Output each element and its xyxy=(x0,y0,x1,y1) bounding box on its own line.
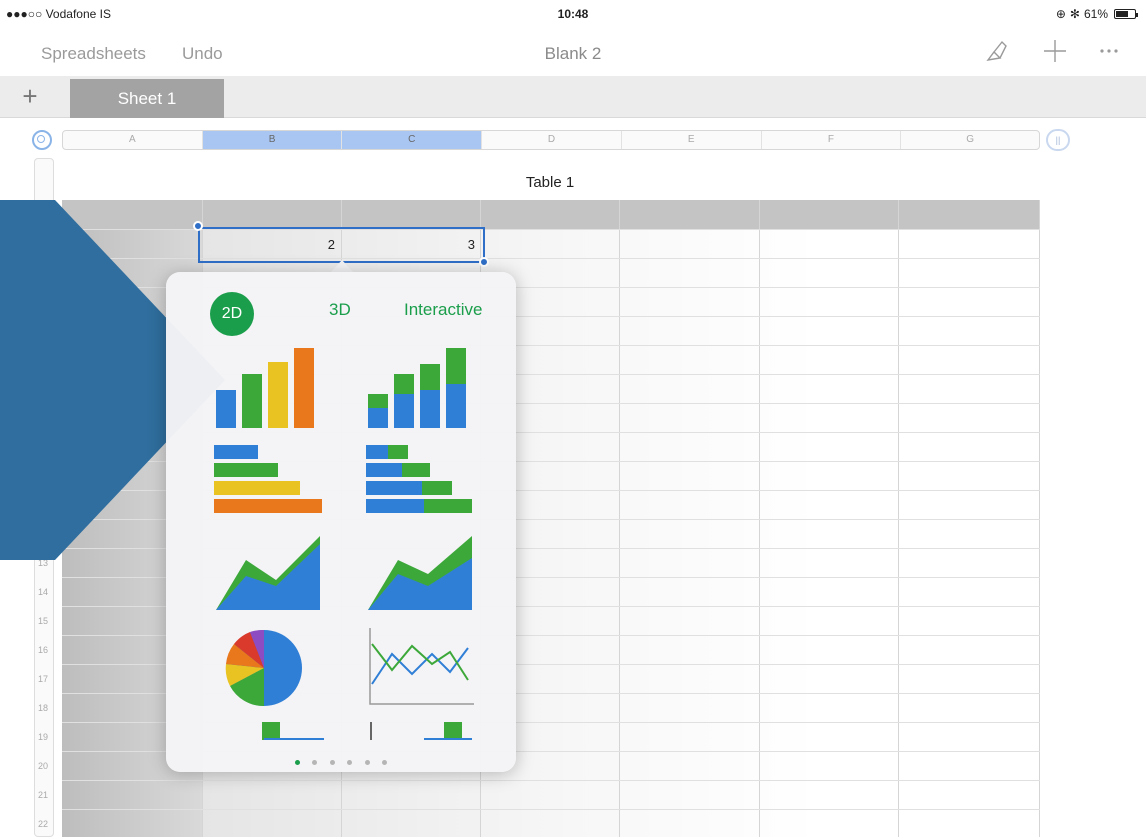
page-dot-3[interactable] xyxy=(329,760,335,765)
sheet-tab-bar: + Sheet 1 xyxy=(0,76,1146,118)
column-header-f[interactable]: F xyxy=(762,131,902,149)
partial-chart-icon[interactable] xyxy=(212,712,328,742)
row-header-20[interactable]: 20 xyxy=(35,761,53,771)
paintbrush-icon[interactable] xyxy=(984,38,1010,68)
row-header-19[interactable]: 19 xyxy=(35,732,53,742)
location-icon: ⊕ xyxy=(1055,7,1066,21)
partial-chart-icon-2[interactable] xyxy=(364,712,480,742)
plus-icon[interactable] xyxy=(1042,38,1068,68)
line-chart-icon[interactable] xyxy=(364,624,480,710)
row-header-16[interactable]: 16 xyxy=(35,645,53,655)
column-header-c[interactable]: C xyxy=(342,131,483,149)
column-header-g[interactable]: G xyxy=(901,131,1039,149)
selection-handle-end[interactable] xyxy=(479,257,489,267)
add-sheet-button[interactable]: + xyxy=(0,76,60,118)
table-select-handle[interactable] xyxy=(32,130,52,150)
battery-icon xyxy=(1114,9,1138,19)
page-indicator[interactable] xyxy=(166,752,516,770)
tab-2d[interactable]: 2D xyxy=(210,292,254,336)
tab-interactive[interactable]: Interactive xyxy=(404,300,482,320)
clock: 10:48 xyxy=(557,7,589,21)
document-title: Blank 2 xyxy=(544,44,602,63)
column-resize-handle[interactable]: || xyxy=(1046,129,1070,151)
column-header-e[interactable]: E xyxy=(622,131,762,149)
column-header-strip[interactable]: A B C D E F G xyxy=(62,130,1040,150)
pie-chart-icon[interactable] xyxy=(212,624,328,710)
stacked-bar-chart-icon[interactable] xyxy=(364,437,480,523)
bar-chart-icon[interactable] xyxy=(212,437,328,523)
row-header-18[interactable]: 18 xyxy=(35,703,53,713)
stacked-column-chart-icon[interactable] xyxy=(364,344,480,430)
stacked-area-chart-icon[interactable] xyxy=(364,530,480,616)
row-header-14[interactable]: 14 xyxy=(35,587,53,597)
tab-sheet-1[interactable]: Sheet 1 xyxy=(70,79,224,118)
row-header-22[interactable]: 22 xyxy=(35,819,53,829)
battery-percent: 61% xyxy=(1083,7,1108,21)
area-chart-icon[interactable] xyxy=(212,530,328,616)
page-dot-1[interactable] xyxy=(294,760,300,765)
column-header-b[interactable]: B xyxy=(202,131,343,149)
status-right: ⊕ ✻ 61% xyxy=(1055,7,1138,21)
page-dot-4[interactable] xyxy=(347,760,353,765)
row-header-21[interactable]: 21 xyxy=(35,790,53,800)
ellipsis-icon[interactable] xyxy=(1098,41,1120,71)
chart-picker-popover: 2D 3D Interactive xyxy=(166,272,516,772)
column-chart-icon[interactable] xyxy=(212,344,328,430)
column-header-d[interactable]: D xyxy=(482,131,622,149)
column-header-a[interactable]: A xyxy=(63,131,203,149)
bluetooth-icon: ✻ xyxy=(1069,7,1080,21)
page-dot-2[interactable] xyxy=(312,760,318,765)
row-header-15[interactable]: 15 xyxy=(35,616,53,626)
row-header-17[interactable]: 17 xyxy=(35,674,53,684)
cell-selection[interactable] xyxy=(198,227,485,263)
status-bar: ●●●○○ Vodafone IS 10:48 ⊕ ✻ 61% xyxy=(0,0,1146,28)
tab-3d[interactable]: 3D xyxy=(329,300,351,320)
page-dot-6[interactable] xyxy=(382,760,388,765)
page-dot-5[interactable] xyxy=(364,760,370,765)
table-title[interactable]: Table 1 xyxy=(0,174,1100,191)
nav-bar: Spreadsheets Undo Blank 2 xyxy=(0,28,1146,76)
